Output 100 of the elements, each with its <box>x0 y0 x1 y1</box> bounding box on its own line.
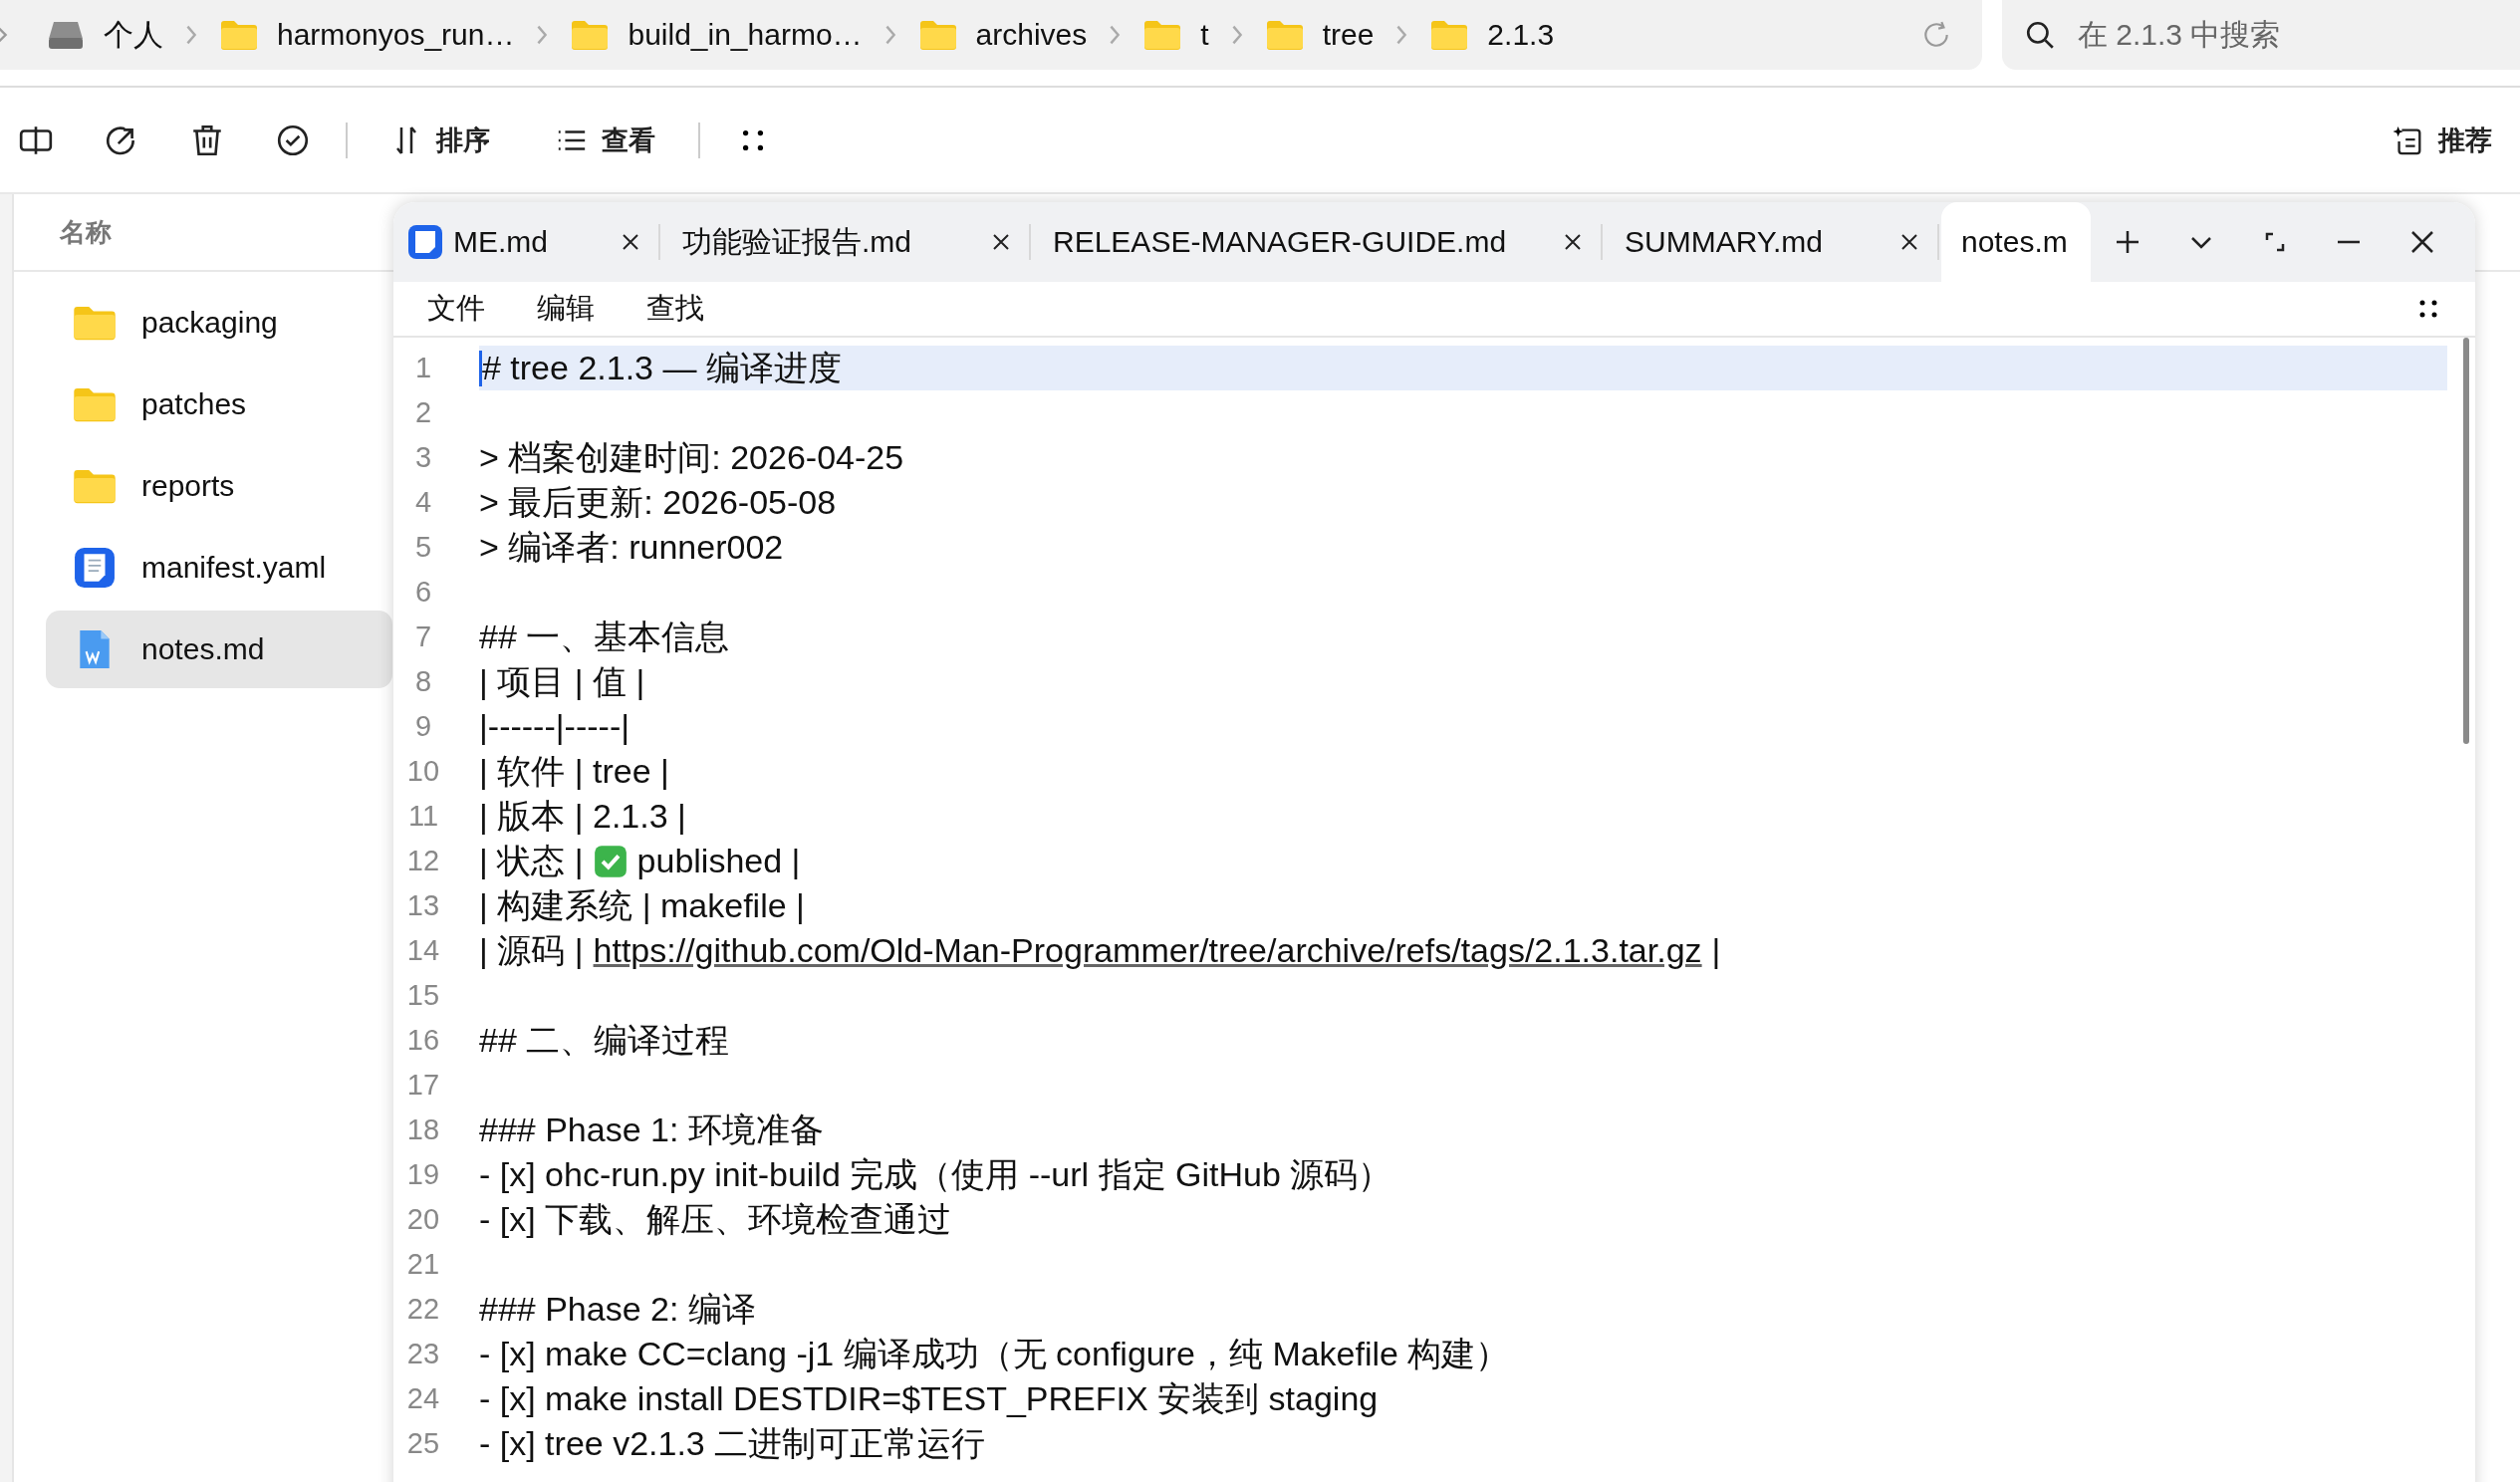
line-number: 4 <box>413 486 433 519</box>
code-line: - [x] make CC=clang -j1 编译成功（无 configure，纯 Makefile 构建） <box>479 1333 1510 1374</box>
folder-icon <box>1264 19 1305 51</box>
code-line: | <box>1711 931 1721 970</box>
breadcrumb-item[interactable]: build_in_harmo… <box>562 18 871 52</box>
code-line: > 最后更新: 2026-05-08 <box>479 481 837 523</box>
chevron-icon <box>883 23 896 47</box>
editor-tab[interactable]: notes.m <box>1941 202 2091 282</box>
chevron-icon <box>1230 23 1243 47</box>
text-cursor <box>479 350 482 386</box>
file-name: patches <box>141 387 247 421</box>
code-line: ## 一、基本信息 <box>479 616 730 657</box>
url-link[interactable]: https://github.com/Old-Man-Programmer/tree/archive/refs/tags/2.1.3.tar.gz <box>593 931 1702 970</box>
line-number: 13 <box>405 889 441 922</box>
code-line: ## 二、编译过程 <box>479 1019 730 1061</box>
file-name: reports <box>141 469 235 503</box>
line-number: 17 <box>405 1069 441 1102</box>
line-number: 12 <box>405 845 441 877</box>
chevron-icon <box>185 23 197 47</box>
file-item[interactable]: notes.md <box>46 611 392 688</box>
line-number: 7 <box>413 620 433 653</box>
menu-item[interactable]: 文件 <box>411 287 501 331</box>
code-line: | 源码 | <box>479 929 584 971</box>
code-line: | 状态 | <box>479 840 584 881</box>
code-line: ### Phase 2: 编译 <box>479 1288 756 1330</box>
close-icon[interactable] <box>991 232 1011 252</box>
code-line: published | <box>636 842 801 880</box>
line-number: 16 <box>405 1024 441 1057</box>
chevron-icon <box>1109 23 1122 47</box>
code-line: | 构建系统 | makefile | <box>479 884 805 926</box>
code-line: - [x] tree v2.1.3 二进制可正常运行 <box>479 1422 986 1464</box>
editor-tab[interactable]: SUMMARY.md <box>1605 202 1941 282</box>
sort-button[interactable]: 排序 <box>382 118 498 162</box>
folder-icon <box>917 19 958 51</box>
code-line: | 软件 | tree | <box>479 750 669 792</box>
line-number: 3 <box>413 441 433 474</box>
close-icon[interactable] <box>621 232 640 252</box>
file-item[interactable]: patches <box>46 366 392 443</box>
search-input[interactable]: 在 2.1.3 中搜索 <box>2076 17 2478 53</box>
line-number: 1 <box>413 352 433 384</box>
code-line: | 版本 | 2.1.3 | <box>479 795 686 837</box>
line-number: 9 <box>413 710 433 743</box>
code-line: - [x] make install DESTDIR=$TEST_PREFIX 安装到 staging <box>479 1377 1379 1419</box>
file-name: manifest.yaml <box>141 551 327 585</box>
check-mark-icon <box>593 844 628 878</box>
folder-icon <box>1142 19 1183 51</box>
file-item[interactable]: manifest.yaml <box>46 529 392 607</box>
code-line: - [x] 下载、解压、环境检查通过 <box>479 1198 952 1240</box>
line-number: 24 <box>405 1382 441 1415</box>
chevron-icon <box>536 23 549 47</box>
file-name: packaging <box>141 306 278 340</box>
editor-tab[interactable]: ME.md <box>393 202 662 282</box>
code-line: | 项目 | 值 | <box>479 660 645 702</box>
folder-icon <box>1429 19 1470 51</box>
document-icon <box>72 547 118 589</box>
drive-icon <box>46 19 86 51</box>
breadcrumb-item[interactable]: 2.1.3 <box>1421 18 1563 52</box>
search-icon <box>2024 19 2056 51</box>
code-line: > 编译者: runner002 <box>479 526 784 568</box>
line-number: 14 <box>405 934 441 967</box>
line-number: 18 <box>405 1113 441 1146</box>
breadcrumb-item[interactable]: harmonyos_run… <box>211 18 523 52</box>
line-number: 5 <box>413 531 433 564</box>
close-icon[interactable] <box>1899 232 1919 252</box>
search-field[interactable]: 在 2.1.3 中搜索 <box>2002 0 2520 70</box>
menu-item[interactable]: 编辑 <box>521 287 611 331</box>
breadcrumb-item[interactable]: archives <box>909 18 1096 52</box>
folder-icon <box>570 19 611 51</box>
line-number: 8 <box>413 665 433 698</box>
column-header[interactable]: 名称 <box>60 214 112 250</box>
file-item[interactable]: packaging <box>46 284 392 362</box>
line-number: 15 <box>405 979 441 1012</box>
line-number: 21 <box>405 1248 441 1281</box>
chevron-icon <box>1395 23 1408 47</box>
line-number: 6 <box>413 576 433 609</box>
code-line: # tree 2.1.3 — 编译进度 <box>482 347 842 388</box>
line-number: 10 <box>405 755 441 788</box>
scrollbar[interactable] <box>2463 338 2469 744</box>
line-number: 11 <box>406 800 440 833</box>
editor-tab[interactable]: RELEASE-MANAGER-GUIDE.md <box>1033 202 1605 282</box>
folder-icon <box>219 19 259 51</box>
code-line: > 档案创建时间: 2026-04-25 <box>479 436 904 478</box>
view-button[interactable]: 查看 <box>548 118 663 162</box>
menu-item[interactable]: 查找 <box>630 287 720 331</box>
code-line: ### Phase 1: 环境准备 <box>479 1109 824 1150</box>
recommend-button[interactable]: 推荐 <box>2385 118 2500 162</box>
code-line: |------|-----| <box>479 707 630 746</box>
line-number: 22 <box>405 1293 441 1326</box>
breadcrumb-item[interactable]: tree <box>1256 18 1383 52</box>
file-name: notes.md <box>141 632 265 666</box>
close-icon[interactable] <box>1563 232 1583 252</box>
breadcrumb-item[interactable]: 个人 <box>38 14 171 56</box>
line-number: 19 <box>405 1158 441 1191</box>
line-number: 25 <box>405 1427 441 1460</box>
code-line: - [x] ohc-run.py init-build 完成（使用 --url 指定 GitHub 源码） <box>479 1153 1392 1195</box>
editor-tab[interactable]: 功能验证报告.md <box>662 202 1033 282</box>
breadcrumb-item[interactable]: t <box>1134 18 1217 52</box>
file-item[interactable]: reports <box>46 447 392 525</box>
line-number: 2 <box>413 396 433 429</box>
line-number: 23 <box>405 1338 441 1370</box>
